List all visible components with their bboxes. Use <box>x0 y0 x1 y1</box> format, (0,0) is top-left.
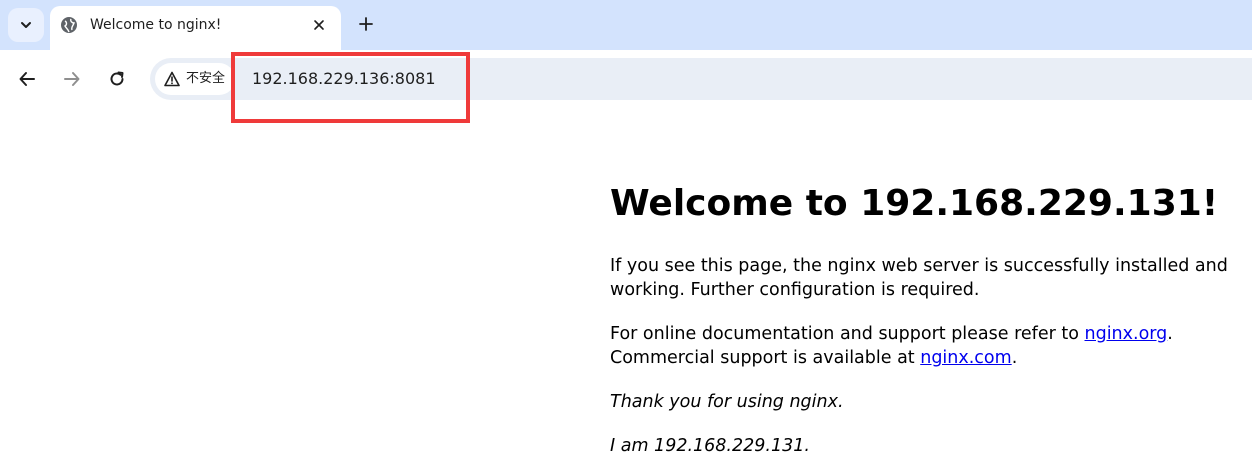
arrow-right-icon <box>64 72 80 86</box>
support-line-2-prefix: Commercial support is available at <box>610 348 921 368</box>
intro-paragraph: If you see this page, the nginx web serv… <box>610 254 1240 302</box>
new-tab-button[interactable] <box>352 10 380 38</box>
support-line-1-suffix: . <box>1167 324 1173 344</box>
thanks-text: Thank you for using nginx. <box>610 392 844 412</box>
back-button[interactable] <box>13 65 41 93</box>
active-tab[interactable]: Welcome to nginx! <box>50 6 341 50</box>
browser-toolbar: 不安全 192.168.229.136:8081 <box>0 50 1252 108</box>
signature-text: I am 192.168.229.131. <box>610 436 810 456</box>
security-indicator[interactable]: 不安全 <box>155 63 235 95</box>
support-line-2-suffix: . <box>1011 348 1018 368</box>
tab-title: Welcome to nginx! <box>90 17 222 33</box>
tab-strip: Welcome to nginx! <box>0 0 1252 50</box>
forward-button[interactable] <box>58 65 86 93</box>
security-label: 不安全 <box>186 71 226 86</box>
tab-search-button[interactable] <box>8 8 44 42</box>
page-content: Welcome to 192.168.229.131! If you see t… <box>610 176 1240 458</box>
arrow-left-icon <box>19 72 35 86</box>
support-paragraph: For online documentation and support ple… <box>610 322 1240 370</box>
page-title: Welcome to 192.168.229.131! <box>610 183 1219 224</box>
chevron-down-icon <box>21 22 31 28</box>
nginx-org-link[interactable]: nginx.org <box>1085 324 1168 344</box>
warning-icon <box>164 71 180 87</box>
annotation-highlight-box <box>231 52 470 123</box>
close-icon <box>314 20 324 30</box>
close-tab-button[interactable] <box>308 14 330 36</box>
nginx-com-link[interactable]: nginx.com <box>920 348 1011 368</box>
intro-line-1: If you see this page, the nginx web serv… <box>610 256 1228 276</box>
globe-icon <box>60 16 78 34</box>
reload-button[interactable] <box>103 65 131 93</box>
plus-icon <box>359 17 373 31</box>
reload-icon <box>110 71 124 86</box>
intro-line-2: working. Further configuration is requir… <box>610 280 980 300</box>
support-line-1-prefix: For online documentation and support ple… <box>610 324 1085 344</box>
